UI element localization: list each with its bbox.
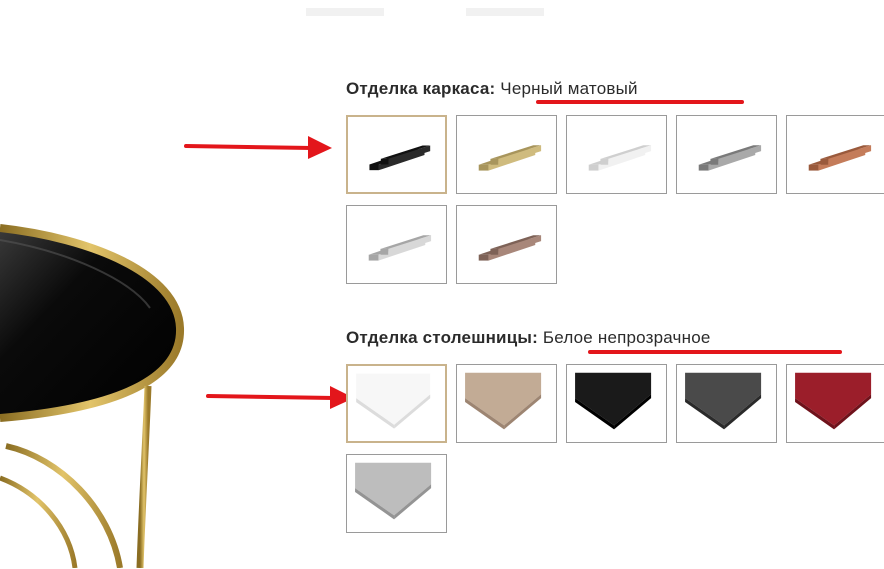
arrow-top-icon [206,386,354,409]
top-swatch-image [465,372,542,430]
frame-swatch-brass[interactable] [456,115,557,194]
frame-swatch-image [808,145,872,171]
top-swatch-image [685,372,762,430]
top-finish-underline [588,350,842,354]
frame-swatch-silver[interactable] [346,205,447,284]
top-finish-label: Отделка столешницы [346,328,533,347]
frame-swatch-image [478,235,542,261]
top-swatch-white-opaque[interactable] [346,364,447,443]
frame-swatch-white[interactable] [566,115,667,194]
frame-swatch-bronze[interactable] [456,205,557,284]
tab-stub-right [466,8,544,16]
frame-swatch-image [369,145,431,171]
frame-finish-value: Черный матовый [500,79,638,98]
top-swatch-image [795,372,872,430]
top-swatch-silver-glass[interactable] [346,454,447,533]
top-swatch-image [575,372,652,430]
frame-swatch-black-matte[interactable] [346,115,447,194]
frame-swatch-image [478,145,542,171]
top-swatch-image [355,462,432,520]
frame-finish-underline [536,100,744,104]
frame-finish-heading: Отделка каркаса: Черный матовый [346,79,638,98]
frame-swatch-gray[interactable] [676,115,777,194]
frame-swatch-image [368,235,432,261]
tab-stub-left [306,8,384,16]
top-finish-heading: Отделка столешницы: Белое непрозрачное [346,328,711,347]
top-finish-value: Белое непрозрачное [542,328,711,347]
frame-swatch-copper[interactable] [786,115,884,194]
frame-swatch-image [588,145,652,171]
frame-finish-label: Отделка каркаса [346,79,490,98]
arrow-frame-icon [184,136,332,159]
top-swatch-graphite-glass[interactable] [676,364,777,443]
frame-swatch-image [698,145,762,171]
top-swatch-red-glass[interactable] [786,364,884,443]
top-swatch-bronze-glass[interactable] [456,364,557,443]
top-swatch-black-glass[interactable] [566,364,667,443]
top-swatch-image [356,373,431,429]
